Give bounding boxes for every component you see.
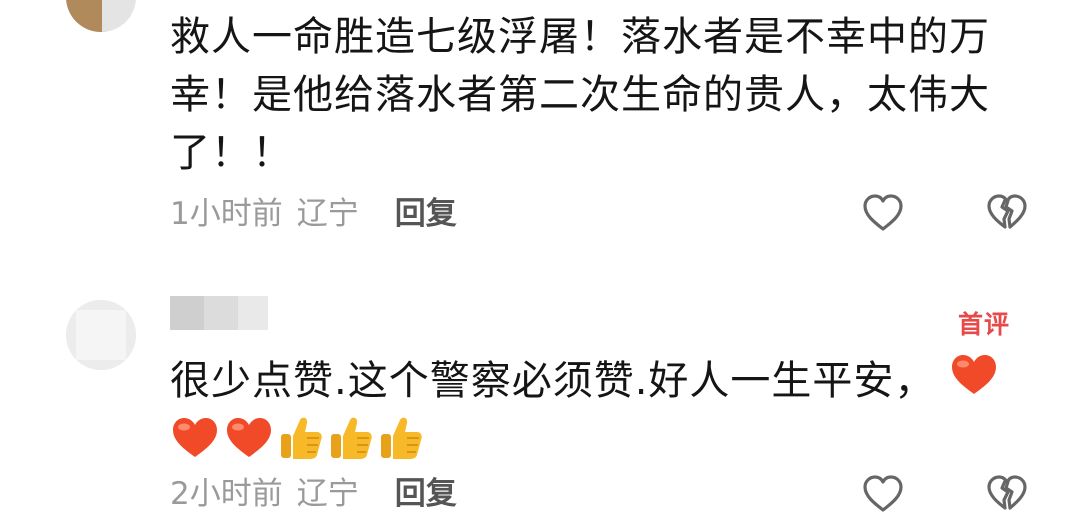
comment-text-line: 救人一命胜造七级浮屠！落水者是不幸中的万 [170,14,990,60]
like-button[interactable] [862,474,904,514]
heart-emoji [949,352,999,414]
reply-button[interactable]: 回复 [395,476,457,512]
comment-text-line: 很少点赞.这个警察必须赞.好人一生平安， [170,358,936,404]
thumbs-up-emoji [378,414,424,478]
thumbs-up-emoji [328,414,374,478]
dislike-button[interactable] [986,193,1028,233]
reply-button[interactable]: 回复 [395,196,457,232]
comment-location: 辽宁 [296,476,359,512]
heart-emoji [224,415,274,477]
comment-item: 救人一命胜造七级浮屠！落水者是不幸中的万 幸！是他给落水者第二次生命的贵人，太伟… [0,0,1080,260]
comment-meta: 1小时前 辽宁 回复 [170,194,457,234]
comment-meta: 2小时前 辽宁 回复 [170,474,457,514]
comment-text-line: 了！！ [170,130,293,176]
first-comment-badge: 首评 [958,310,1011,339]
heart-outline-icon [863,475,903,512]
heart-outline-icon [863,194,903,231]
comment-location: 辽宁 [296,196,359,232]
thumbs-up-emoji [278,414,324,478]
like-button[interactable] [862,193,904,233]
avatar[interactable] [66,0,136,32]
comment-time: 2小时前 [170,476,283,512]
username-blurred[interactable] [170,296,320,330]
avatar[interactable] [66,300,136,370]
comment-time: 1小时前 [170,196,283,232]
comment-item: 首评 很少点赞.这个警察必须赞.好人一生平安， 2小时前 辽宁 回复 [0,296,1080,514]
broken-heart-icon [987,194,1027,229]
heart-emoji [170,415,220,477]
comment-text-line: 幸！是他给落水者第二次生命的贵人，太伟大 [170,72,990,118]
comment-text: 救人一命胜造七级浮屠！落水者是不幸中的万 幸！是他给落水者第二次生命的贵人，太伟… [170,8,1030,182]
dislike-button[interactable] [986,474,1028,514]
comment-text: 很少点赞.这个警察必须赞.好人一生平安， [170,352,1030,478]
broken-heart-icon [987,475,1027,510]
